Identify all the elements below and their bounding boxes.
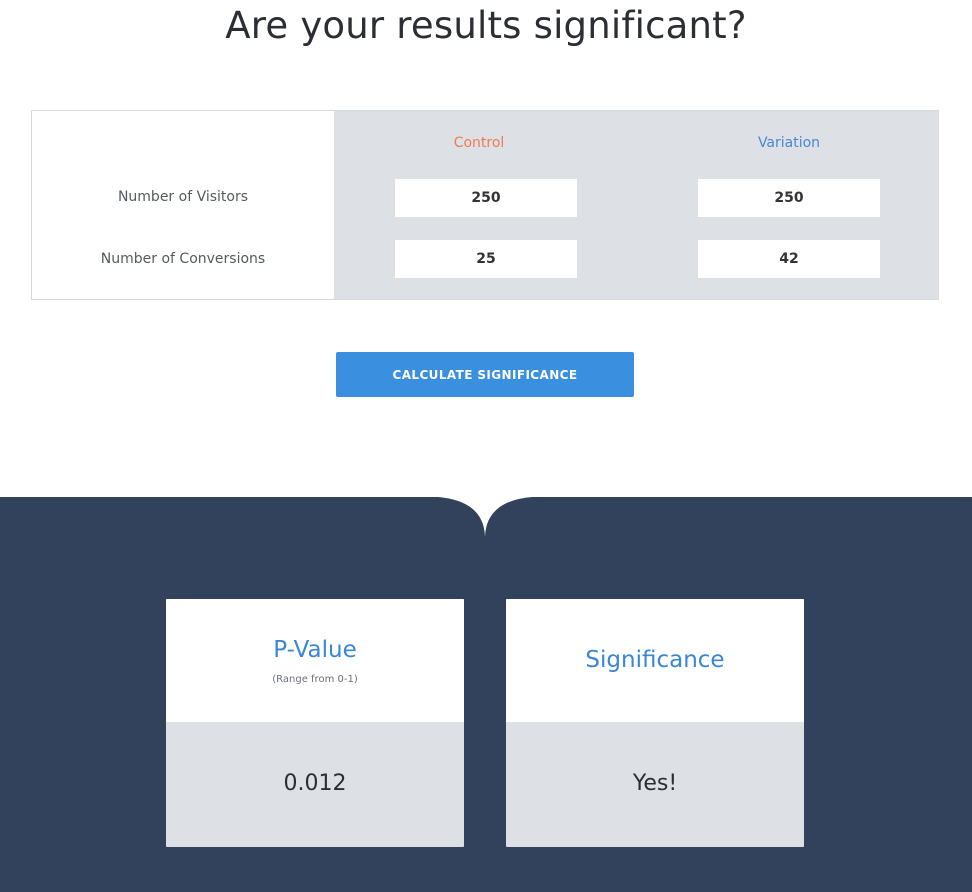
- control-column-header: Control: [453, 135, 505, 151]
- pvalue-title: P-Value: [273, 637, 357, 663]
- variation-conversions-input[interactable]: [698, 240, 880, 278]
- pvalue-value: 0.012: [283, 771, 347, 796]
- inputs-area: Control Variation: [334, 111, 938, 299]
- conversions-row-label: Number of Conversions: [100, 251, 266, 267]
- pvalue-card-header: P-Value (Range from 0-1): [166, 599, 464, 722]
- results-section: P-Value (Range from 0-1) 0.012 Significa…: [0, 497, 972, 892]
- significance-card: Significance Yes!: [506, 599, 804, 847]
- control-conversions-input[interactable]: [395, 240, 577, 278]
- visitors-row-label: Number of Visitors: [117, 189, 249, 205]
- row-labels-column: Number of Visitors Number of Conversions: [32, 111, 334, 299]
- significance-card-header: Significance: [506, 599, 804, 722]
- pvalue-card: P-Value (Range from 0-1) 0.012: [166, 599, 464, 847]
- variation-column-header: Variation: [757, 135, 821, 151]
- results-background: [0, 497, 972, 892]
- page-title: Are your results significant?: [225, 4, 747, 47]
- control-visitors-input[interactable]: [395, 179, 577, 217]
- variation-visitors-input[interactable]: [698, 179, 880, 217]
- input-table: Number of Visitors Number of Conversions…: [31, 110, 939, 300]
- calculate-significance-button[interactable]: CALCULATE SIGNIFICANCE: [336, 352, 634, 397]
- significance-value: Yes!: [632, 771, 678, 796]
- pvalue-range-note: (Range from 0-1): [272, 674, 358, 685]
- significance-title: Significance: [585, 647, 725, 673]
